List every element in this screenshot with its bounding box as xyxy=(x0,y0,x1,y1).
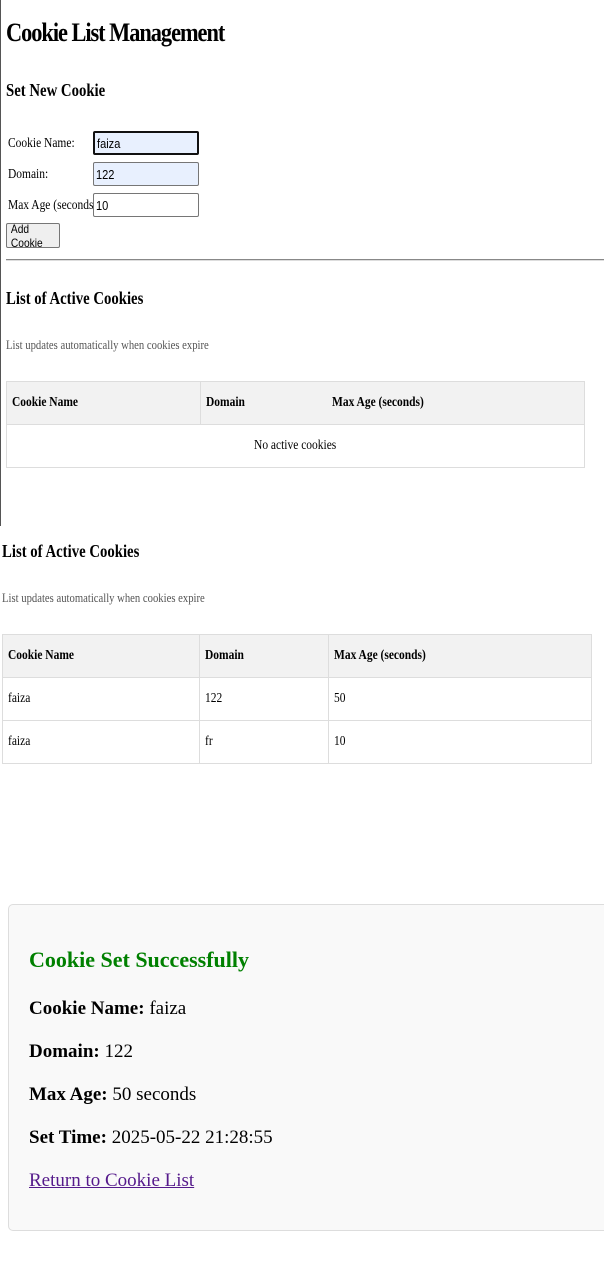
detail-set-time: Set Time: 2025-05-22 21:28:55 xyxy=(29,1127,273,1149)
page-title: Cookie List Management xyxy=(6,18,225,47)
cell-cookie-name: faiza xyxy=(2,677,200,721)
detail-label: Max Age: xyxy=(29,1084,108,1105)
column-header-cookie-name: Cookie Name xyxy=(2,634,200,678)
column-header-max-age: Max Age (seconds) xyxy=(326,381,585,425)
cookie-name-label: Cookie Name: xyxy=(8,136,75,151)
table-row: No active cookies xyxy=(6,424,585,468)
column-header-cookie-name: Cookie Name xyxy=(6,381,201,425)
cell-domain: fr xyxy=(199,720,329,764)
auto-update-note-2: List updates automatically when cookies … xyxy=(2,590,205,605)
detail-value: faiza xyxy=(149,998,187,1019)
section-divider xyxy=(6,259,604,261)
active-cookies-heading-2: List of Active Cookies xyxy=(2,541,140,561)
add-cookie-button[interactable]: Add Cookie xyxy=(6,222,60,250)
cell-max-age: 50 xyxy=(328,677,592,721)
return-to-cookie-list-link[interactable]: Return to Cookie List xyxy=(29,1170,194,1192)
success-panel: Cookie Set Successfully Cookie Name: fai… xyxy=(8,904,604,1231)
detail-value: 122 xyxy=(104,1041,133,1062)
table-row: faiza 122 50 xyxy=(2,677,592,721)
cell-domain: 122 xyxy=(199,677,329,721)
detail-label: Domain: xyxy=(29,1041,100,1062)
active-cookies-table-2: Cookie Name Domain Max Age (seconds) fai… xyxy=(2,634,592,764)
table-row: faiza fr 10 xyxy=(2,720,592,764)
domain-input[interactable]: 122 xyxy=(93,162,199,186)
column-header-domain: Domain xyxy=(199,634,329,678)
domain-label: Domain: xyxy=(8,167,49,182)
table-header-row: Cookie Name Domain Max Age (seconds) xyxy=(6,381,585,425)
detail-label: Cookie Name: xyxy=(29,998,145,1019)
cell-max-age: 10 xyxy=(328,720,592,764)
detail-value: 2025-05-22 21:28:55 xyxy=(111,1127,273,1148)
active-cookies-table: Cookie Name Domain Max Age (seconds) No … xyxy=(6,381,585,468)
set-new-cookie-heading: Set New Cookie xyxy=(6,80,106,100)
empty-table-message: No active cookies xyxy=(6,424,585,468)
max-age-input[interactable]: 10 xyxy=(93,193,199,217)
column-header-max-age: Max Age (seconds) xyxy=(328,634,592,678)
auto-update-note: List updates automatically when cookies … xyxy=(6,337,209,352)
column-header-domain: Domain xyxy=(200,381,327,425)
success-title: Cookie Set Successfully xyxy=(29,947,249,972)
active-cookies-heading: List of Active Cookies xyxy=(6,288,144,308)
detail-cookie-name: Cookie Name: faiza xyxy=(29,998,186,1020)
cell-cookie-name: faiza xyxy=(2,720,200,764)
table-header-row: Cookie Name Domain Max Age (seconds) xyxy=(2,634,592,678)
cookie-management-frame: Cookie List Management Set New Cookie Co… xyxy=(0,0,604,526)
detail-max-age: Max Age: 50 seconds xyxy=(29,1084,196,1106)
cookie-name-input[interactable]: faiza xyxy=(93,131,199,155)
detail-domain: Domain: 122 xyxy=(29,1041,133,1063)
detail-value: 50 seconds xyxy=(112,1084,197,1105)
detail-label: Set Time: xyxy=(29,1127,107,1148)
